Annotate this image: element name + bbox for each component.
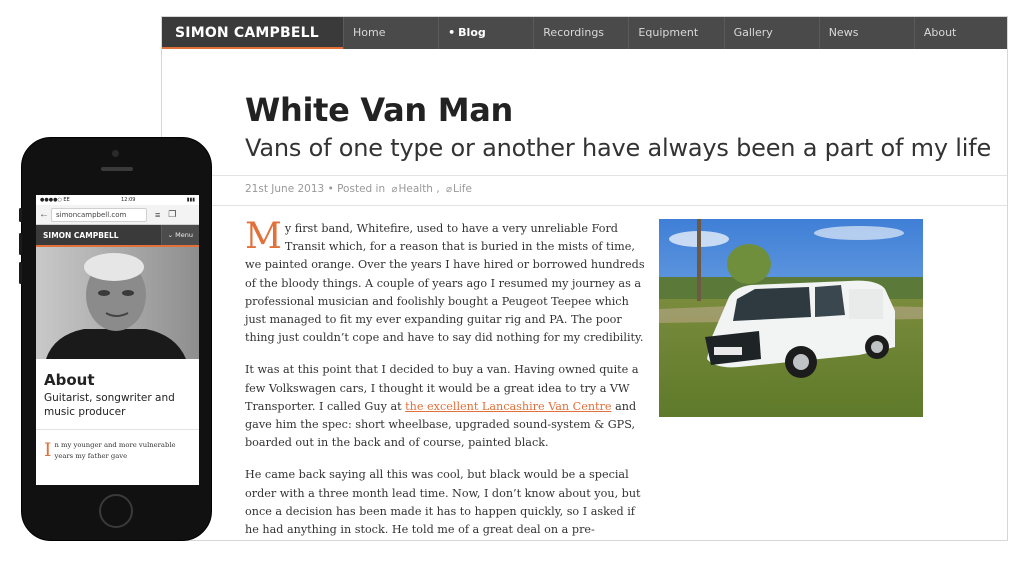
speaker-grille [101,167,133,171]
white-van-photo [659,219,923,417]
drop-cap: M [245,216,282,257]
nav-item-news[interactable]: News [818,17,914,49]
tag-link-life[interactable]: Life [453,183,472,195]
tabs-icon[interactable]: ❐ [168,209,176,220]
mobile-header: SIMON CAMPBELL ⌄ Menu [36,225,199,247]
camera-icon [112,150,119,157]
post-date: 21st June 2013 [245,183,325,195]
desktop-browser-mockup: SIMON CAMPBELL Home • Blog Recordings Equ… [161,16,1008,541]
portrait-photo [36,247,199,359]
battery-icon: ▮▮▮ [186,197,195,203]
nav-item-recordings[interactable]: Recordings [533,17,628,49]
nav-menu: Home • Blog Recordings Equipment Gallery … [343,17,1007,49]
phone-screen: ●●●●○ EE 12:09 ▮▮▮ ← simoncampbell.com ≡… [36,195,199,485]
phone-volume-up [19,233,22,255]
home-button[interactable] [99,494,133,528]
tag-icon: ⌀ [446,184,453,195]
post-meta: 21st June 2013 • Posted in ⌀Health , ⌀Li… [245,183,472,195]
phone-mockup: ●●●●○ EE 12:09 ▮▮▮ ← simoncampbell.com ≡… [19,137,212,541]
top-navigation-bar: SIMON CAMPBELL Home • Blog Recordings Equ… [162,17,1007,49]
phone-mute-switch [19,208,22,222]
divider [162,205,1007,206]
posted-in-label: Posted in [337,183,386,195]
about-heading: About [44,371,95,389]
phone-volume-down [19,262,22,284]
about-tagline: Guitarist, songwriter and music producer [44,392,175,418]
divider [162,175,1007,176]
article-paragraph: He came back saying all this was cool, b… [245,468,641,537]
post-subtitle: Vans of one type or another have always … [245,134,992,162]
nav-item-blog[interactable]: • Blog [438,17,533,49]
back-arrow-icon[interactable]: ← [39,209,51,220]
article-body: My first band, Whitefire, used to have a… [245,216,647,540]
clock: 12:09 [121,197,136,203]
mobile-brand-link[interactable]: SIMON CAMPBELL [36,231,119,240]
site-brand-link[interactable]: SIMON CAMPBELL [162,17,343,49]
status-bar: ●●●●○ EE 12:09 ▮▮▮ [36,195,199,205]
menu-icon[interactable]: ≡ [155,210,160,220]
article-paragraph: It was at this point that I decided to b… [245,363,639,450]
signal-icon: ●●●●○ EE [40,197,70,203]
carrier-label: EE [63,197,70,203]
mobile-menu-button[interactable]: ⌄ Menu [160,225,199,245]
mobile-url-bar: ← simoncampbell.com ≡ ❐ [36,205,199,225]
nav-item-about[interactable]: About [913,17,1007,49]
nav-item-equipment[interactable]: Equipment [628,17,723,49]
post-title: White Van Man [245,91,514,129]
nav-item-home[interactable]: Home [343,17,438,49]
drop-cap: I [44,439,52,461]
tag-link-health[interactable]: Health [398,183,432,195]
url-field[interactable]: simoncampbell.com [51,207,147,222]
nav-item-gallery[interactable]: Gallery [723,17,819,49]
lancashire-van-centre-link[interactable]: the excellent Lancashire Van Centre [405,400,611,413]
tag-separator: , [436,183,440,195]
chevron-down-icon: ⌄ [167,231,176,239]
nav-item-blog-label: Blog [458,26,486,39]
tag-icon: ⌀ [391,184,398,195]
article-paragraph: My first band, Whitefire, used to have a… [245,216,645,345]
mobile-menu-label: Menu [175,231,193,239]
active-bullet-icon: • [448,26,456,39]
mobile-article-text: In my younger and more vulnerable years … [44,439,176,461]
